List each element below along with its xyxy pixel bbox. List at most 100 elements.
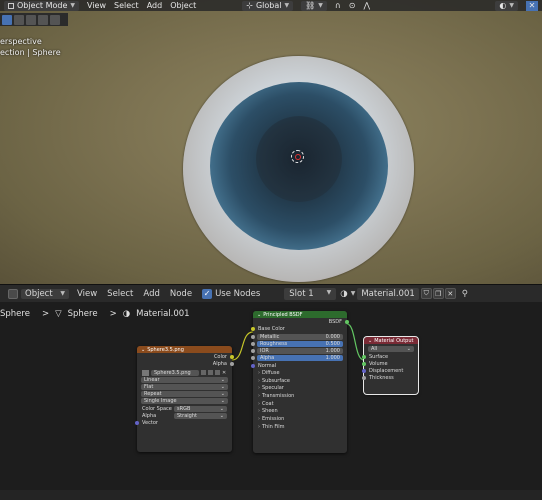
open-image-icon[interactable] (215, 370, 220, 375)
vector-input-row: Vector (135, 419, 232, 426)
bsdf-output-socket[interactable] (345, 319, 349, 324)
image-browse-icon[interactable] (142, 369, 149, 376)
surface-input-socket[interactable] (362, 354, 366, 359)
color-space-dropdown[interactable]: sRGB ⌄ (174, 405, 227, 412)
material-output-node[interactable]: ⌄ Material Output All ⌄ Surface Volume Di… (362, 336, 419, 395)
unlink-material-icon[interactable]: ✕ (444, 288, 456, 299)
menu-object[interactable]: Object (166, 0, 200, 11)
material-browse-button[interactable]: ◑ ▼ (340, 289, 355, 299)
breadcrumb-material[interactable]: Material.001 (136, 309, 189, 319)
vector-input-socket[interactable] (135, 420, 139, 425)
duplicate-material-icon[interactable]: ❐ (432, 288, 444, 299)
blender-window: Object Mode ▼ View Select Add Object ⊹ Glo… (0, 0, 542, 500)
extension-dropdown[interactable]: Repeat ⌄ (141, 391, 228, 397)
socket-label: Thickness (369, 374, 394, 381)
alpha-slider[interactable]: Alpha 1.000 (251, 355, 343, 361)
render-target-dropdown[interactable]: All ⌄ (368, 346, 414, 352)
volume-input-socket[interactable] (362, 361, 366, 366)
select-invert-icon[interactable] (38, 14, 48, 25)
panel-sheen[interactable]: Sheen (253, 407, 347, 415)
image-texture-node[interactable]: ⌄ Sphere3.5.png Color Alpha Sphere3.5.pn… (135, 346, 234, 452)
use-nodes-toggle[interactable]: ✓ Use Nodes (202, 288, 260, 299)
displacement-input-socket[interactable] (362, 368, 366, 373)
panel-emission[interactable]: Emission (253, 415, 347, 423)
menu-add[interactable]: Add (143, 289, 159, 299)
node-header[interactable]: ⌄ Principled BSDF (253, 311, 347, 318)
material-name: Material.001 (357, 287, 419, 300)
alpha-mode-dropdown[interactable]: Straight ⌄ (174, 412, 227, 419)
mode-dropdown[interactable]: Object Mode ▼ (0, 0, 83, 11)
panel-subsurface[interactable]: Subsurface (253, 377, 347, 385)
node-header[interactable]: ⌄ Material Output (364, 337, 418, 344)
gizmo-toggle[interactable]: ✕ (522, 0, 542, 11)
menu-node[interactable]: Node (170, 289, 192, 299)
thickness-input-row: Thickness (362, 374, 418, 381)
3d-cursor-icon[interactable] (291, 150, 304, 163)
interpolation-dropdown[interactable]: Linear ⌄ (141, 377, 228, 383)
metallic-slider[interactable]: Metallic 0.000 (251, 334, 343, 340)
panel-transmission[interactable]: Transmission (253, 392, 347, 400)
source-dropdown[interactable]: Single Image ⌄ (141, 398, 228, 404)
panel-specular[interactable]: Specular (253, 384, 347, 392)
alpha-input-socket[interactable] (251, 356, 255, 360)
roughness-input-socket[interactable] (251, 342, 255, 346)
ior-field[interactable]: IOR 1.000 (251, 348, 343, 354)
3d-viewport[interactable]: Object Mode ▼ View Select Add Object ⊹ Glo… (0, 0, 542, 284)
roughness-value: 0.500 (325, 341, 340, 347)
ior-input-socket[interactable] (251, 349, 255, 353)
thickness-input-socket[interactable] (362, 375, 366, 380)
slot-label: Slot 1 (289, 288, 314, 299)
new-image-icon[interactable] (208, 370, 213, 375)
material-name-field[interactable]: Material.001 (357, 287, 419, 300)
roughness-slider[interactable]: Roughness 0.500 (251, 341, 343, 347)
collapse-chevron-icon[interactable]: ⌄ (257, 312, 261, 318)
projection-dropdown[interactable]: Flat ⌄ (141, 384, 228, 390)
menu-add[interactable]: Add (143, 0, 167, 11)
node-header[interactable]: ⌄ Sphere3.5.png (137, 346, 232, 353)
editor-type-dropdown[interactable]: Object ▼ (8, 288, 69, 299)
image-name-field[interactable]: Sphere3.5.png (151, 369, 199, 376)
image-selector-row: Sphere3.5.png ✕ (137, 369, 232, 376)
ior-value: 1.000 (325, 348, 340, 354)
transform-orientation-dropdown[interactable]: ⊹ Global ▼ (238, 0, 297, 11)
select-intersect-icon[interactable] (50, 14, 60, 25)
overlay-dropdown[interactable]: ◐ ▼ (491, 0, 522, 11)
magnet-icon: ∩ (334, 1, 341, 10)
color-output-socket[interactable] (230, 354, 234, 359)
node-canvas[interactable]: Sphere > ▽ Sphere > ◑ Material.001 ⌄ Sph… (0, 302, 542, 500)
chevron-down-icon: ⌄ (220, 384, 225, 390)
alpha-output-socket[interactable] (230, 361, 234, 366)
select-subtract-icon[interactable] (26, 14, 36, 25)
menu-view[interactable]: View (77, 289, 97, 299)
panel-diffuse[interactable]: Diffuse (253, 369, 347, 377)
menu-select[interactable]: Select (110, 0, 143, 11)
breadcrumb-object[interactable]: Sphere (0, 309, 30, 319)
fake-user-icon[interactable] (201, 370, 206, 375)
node-title: Material Output (374, 337, 414, 344)
interpolation-value: Linear (144, 377, 160, 383)
snap-toggle[interactable]: ∩ (331, 0, 345, 11)
collapse-chevron-icon[interactable]: ⌄ (368, 338, 372, 344)
collapse-chevron-icon[interactable]: ⌄ (141, 347, 145, 353)
menu-view[interactable]: View (83, 0, 110, 11)
pivot-dropdown[interactable]: ⛓ ▼ (297, 0, 331, 11)
principled-bsdf-node[interactable]: ⌄ Principled BSDF BSDF Base Color Metall… (251, 311, 349, 453)
socket-label: Color (213, 353, 227, 360)
panel-thin-film[interactable]: Thin Film (253, 423, 347, 431)
select-new-icon[interactable] (2, 14, 12, 25)
base-color-input-socket[interactable] (251, 326, 255, 331)
proportional-edit-toggle[interactable]: ⊙ (345, 0, 360, 11)
metallic-input-socket[interactable] (251, 335, 255, 339)
menu-select[interactable]: Select (107, 289, 133, 299)
socket-label: Alpha (212, 360, 227, 367)
fake-user-shield-icon[interactable]: ⛉ (420, 288, 432, 299)
select-extend-icon[interactable] (14, 14, 24, 25)
chevron-down-icon: ⌄ (220, 377, 225, 383)
slot-dropdown[interactable]: Slot 1 ▼ (284, 287, 337, 300)
unlink-icon[interactable]: ✕ (222, 370, 227, 376)
node-title: Sphere3.5.png (147, 346, 184, 353)
normal-input-socket[interactable] (251, 363, 255, 368)
pin-icon[interactable]: ⚲ (462, 289, 468, 299)
panel-coat[interactable]: Coat (253, 400, 347, 408)
breadcrumb-mesh[interactable]: Sphere (68, 309, 98, 319)
